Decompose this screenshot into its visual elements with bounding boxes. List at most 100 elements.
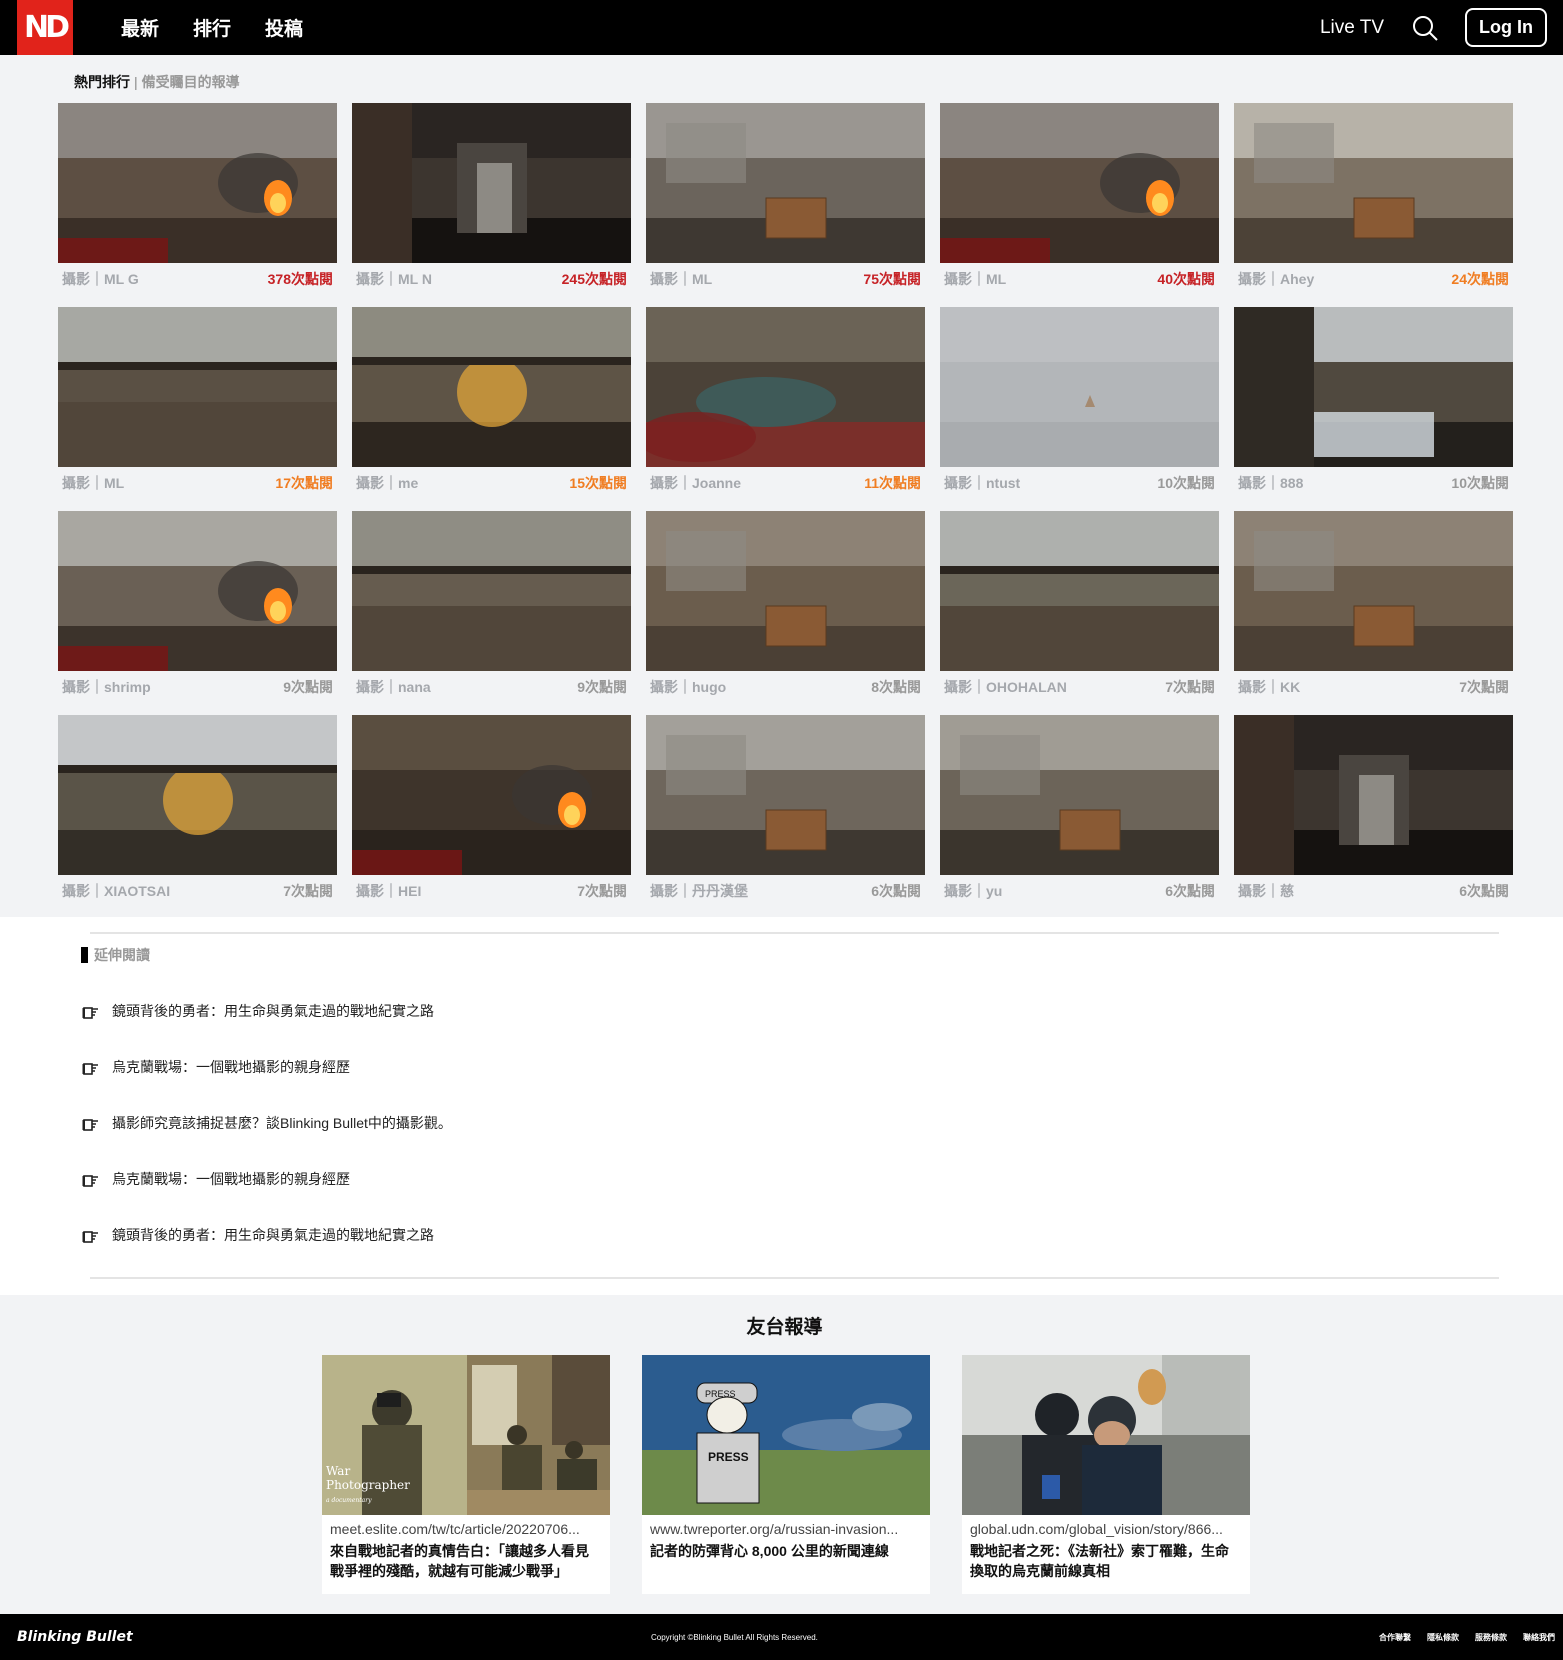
ranking-thumbnail[interactable] <box>352 103 631 263</box>
view-count: 6次點閱 <box>871 883 921 899</box>
ranking-card[interactable]: 攝影｜yu 6次點閱 <box>940 715 1219 907</box>
ranking-thumbnail[interactable] <box>646 511 925 671</box>
ranking-thumbnail[interactable] <box>646 307 925 467</box>
ranking-card[interactable]: 攝影｜XIAOTSAI 7次點閱 <box>58 715 337 907</box>
ranking-card[interactable]: 攝影｜Joanne 11次點閱 <box>646 307 925 499</box>
ranking-card[interactable]: 攝影｜ML 40次點閱 <box>940 103 1219 295</box>
ranking-card[interactable]: 攝影｜ML 17次點閱 <box>58 307 337 499</box>
ranking-thumbnail[interactable] <box>1234 715 1513 875</box>
ranking-thumbnail[interactable] <box>58 715 337 875</box>
friend-card-title[interactable]: 記者的防彈背心 8,000 公里的新聞連線 <box>642 1537 930 1561</box>
reading-item-title[interactable]: 鏡頭背後的勇者：用生命與勇氣走過的戰地紀實之路 <box>112 1225 434 1245</box>
reading-item-title[interactable]: 鏡頭背後的勇者：用生命與勇氣走過的戰地紀實之路 <box>112 1001 434 1021</box>
ranking-meta: 攝影｜hugo 8次點閱 <box>646 671 925 703</box>
reading-item[interactable]: 鏡頭背後的勇者：用生命與勇氣走過的戰地紀實之路 <box>82 983 1563 1039</box>
friend-card-title[interactable]: 戰地記者之死：《法新社》索丁罹難，生命換取的烏克蘭前線真相 <box>962 1537 1250 1581</box>
ranking-card[interactable]: 攝影｜me 15次點閱 <box>352 307 631 499</box>
site-logo[interactable]: ND <box>17 0 73 55</box>
ranking-card[interactable]: 攝影｜shrimp 9次點閱 <box>58 511 337 703</box>
view-count: 9次點閱 <box>577 679 627 695</box>
friend-card[interactable]: global.udn.com/global_vision/story/866..… <box>962 1355 1250 1594</box>
ranking-card[interactable]: 攝影｜ML G 378次點閱 <box>58 103 337 295</box>
ranking-meta: 攝影｜ntust 10次點閱 <box>940 467 1219 499</box>
ranking-card[interactable]: 攝影｜nana 9次點閱 <box>352 511 631 703</box>
search-icon[interactable] <box>1410 13 1440 43</box>
reading-item-title[interactable]: 烏克蘭戰場：一個戰地攝影的親身經歷 <box>112 1169 350 1189</box>
friend-card-image <box>962 1355 1250 1515</box>
ranking-card[interactable]: 攝影｜HEI 7次點閱 <box>352 715 631 907</box>
ranking-card[interactable]: 攝影｜ML N 245次點閱 <box>352 103 631 295</box>
image-caption: War <box>326 1464 350 1478</box>
nav-ranking[interactable]: 排行 <box>193 14 231 41</box>
photographer-label: 攝影｜Ahey <box>1238 271 1315 287</box>
ranking-thumbnail[interactable] <box>1234 511 1513 671</box>
nav-latest[interactable]: 最新 <box>121 14 159 41</box>
footer-link-terms[interactable]: 服務條款 <box>1475 1632 1507 1643</box>
ranking-thumbnail[interactable] <box>940 511 1219 671</box>
reading-item[interactable]: 烏克蘭戰場：一個戰地攝影的親身經歷 <box>82 1151 1563 1207</box>
ranking-card[interactable]: 攝影｜慈 6次點閱 <box>1234 715 1513 907</box>
photographer-label: 攝影｜ML G <box>62 271 139 287</box>
friend-card-title[interactable]: 來自戰地記者的真情告白：「讓越多人看見戰爭裡的殘酷，就越有可能減少戰爭」 <box>322 1537 610 1581</box>
ranking-meta: 攝影｜HEI 7次點閱 <box>352 875 631 907</box>
reading-item-title[interactable]: 攝影師究竟該捕捉甚麼？談Blinking Bullet中的攝影觀。 <box>112 1113 452 1133</box>
ranking-thumbnail[interactable] <box>1234 307 1513 467</box>
footer-link-contact[interactable]: 聯絡我們 <box>1523 1632 1555 1643</box>
ranking-thumbnail[interactable] <box>352 715 631 875</box>
ranking-meta: 攝影｜me 15次點閱 <box>352 467 631 499</box>
friend-card-url[interactable]: www.twreporter.org/a/russian-invasion... <box>642 1515 930 1537</box>
footer-link-partner[interactable]: 合作聯繫 <box>1379 1632 1411 1643</box>
ranking-card[interactable]: 攝影｜ntust 10次點閱 <box>940 307 1219 499</box>
nav-submit[interactable]: 投稿 <box>265 14 303 41</box>
ranking-thumbnail[interactable] <box>940 307 1219 467</box>
friend-card[interactable]: PRESS PRESS www.twreporter.org/a/russian… <box>642 1355 930 1594</box>
ranking-thumbnail[interactable] <box>58 307 337 467</box>
reading-item[interactable]: 烏克蘭戰場：一個戰地攝影的親身經歷 <box>82 1039 1563 1095</box>
friend-card-url[interactable]: meet.eslite.com/tw/tc/article/20220706..… <box>322 1515 610 1537</box>
view-count: 9次點閱 <box>283 679 333 695</box>
view-count: 15次點閱 <box>569 475 627 491</box>
title-bar <box>81 947 88 963</box>
ranking-thumbnail[interactable] <box>58 511 337 671</box>
reading-item-title[interactable]: 烏克蘭戰場：一個戰地攝影的親身經歷 <box>112 1057 350 1077</box>
ranking-meta: 攝影｜OHOHALAN 7次點閱 <box>940 671 1219 703</box>
ranking-thumbnail[interactable] <box>352 511 631 671</box>
ranking-meta: 攝影｜XIAOTSAI 7次點閱 <box>58 875 337 907</box>
footer-link-privacy[interactable]: 隱私條款 <box>1427 1632 1459 1643</box>
ranking-card[interactable]: 攝影｜ML 75次點閱 <box>646 103 925 295</box>
reading-item[interactable]: 鏡頭背後的勇者：用生命與勇氣走過的戰地紀實之路 <box>82 1207 1563 1263</box>
photographer-label: 攝影｜me <box>356 475 419 491</box>
ranking-meta: 攝影｜ML 17次點閱 <box>58 467 337 499</box>
reading-title: 延伸閱讀 <box>81 947 1563 963</box>
ranking-card[interactable]: 攝影｜OHOHALAN 7次點閱 <box>940 511 1219 703</box>
photographer-label: 攝影｜ML N <box>356 271 432 287</box>
ranking-thumbnail[interactable] <box>940 103 1219 263</box>
ranking-meta: 攝影｜ML 75次點閱 <box>646 263 925 295</box>
image-caption: a documentary <box>326 1497 372 1504</box>
login-button[interactable]: Log In <box>1465 8 1547 47</box>
ranking-card[interactable]: 攝影｜Ahey 24次點閱 <box>1234 103 1513 295</box>
ranking-thumbnail[interactable] <box>58 103 337 263</box>
footer-brand[interactable]: Blinking Bullet <box>17 1629 133 1645</box>
pointing-hand-icon <box>82 1063 98 1075</box>
ranking-card[interactable]: 攝影｜KK 7次點閱 <box>1234 511 1513 703</box>
friend-card-url[interactable]: global.udn.com/global_vision/story/866..… <box>962 1515 1250 1537</box>
ranking-thumbnail[interactable] <box>352 307 631 467</box>
ranking-thumbnail[interactable] <box>940 715 1219 875</box>
friend-card-image: War Photographer a documentary <box>322 1355 610 1515</box>
photographer-label: 攝影｜ML <box>944 271 1007 287</box>
photographer-label: 攝影｜ML <box>62 475 125 491</box>
ranking-meta: 攝影｜Joanne 11次點閱 <box>646 467 925 499</box>
ranking-card[interactable]: 攝影｜888 10次點閱 <box>1234 307 1513 499</box>
ranking-thumbnail[interactable] <box>646 715 925 875</box>
ranking-subtitle: 備受矚目的報導 <box>141 74 240 90</box>
ranking-card[interactable]: 攝影｜hugo 8次點閱 <box>646 511 925 703</box>
friend-card[interactable]: War Photographer a documentary meet.esli… <box>322 1355 610 1594</box>
image-caption: Photographer <box>326 1478 410 1492</box>
live-tv-link[interactable]: Live TV <box>1320 17 1384 39</box>
ranking-card[interactable]: 攝影｜丹丹漢堡 6次點閱 <box>646 715 925 907</box>
ranking-thumbnail[interactable] <box>646 103 925 263</box>
ranking-meta: 攝影｜888 10次點閱 <box>1234 467 1513 499</box>
ranking-thumbnail[interactable] <box>1234 103 1513 263</box>
reading-item[interactable]: 攝影師究竟該捕捉甚麼？談Blinking Bullet中的攝影觀。 <box>82 1095 1563 1151</box>
